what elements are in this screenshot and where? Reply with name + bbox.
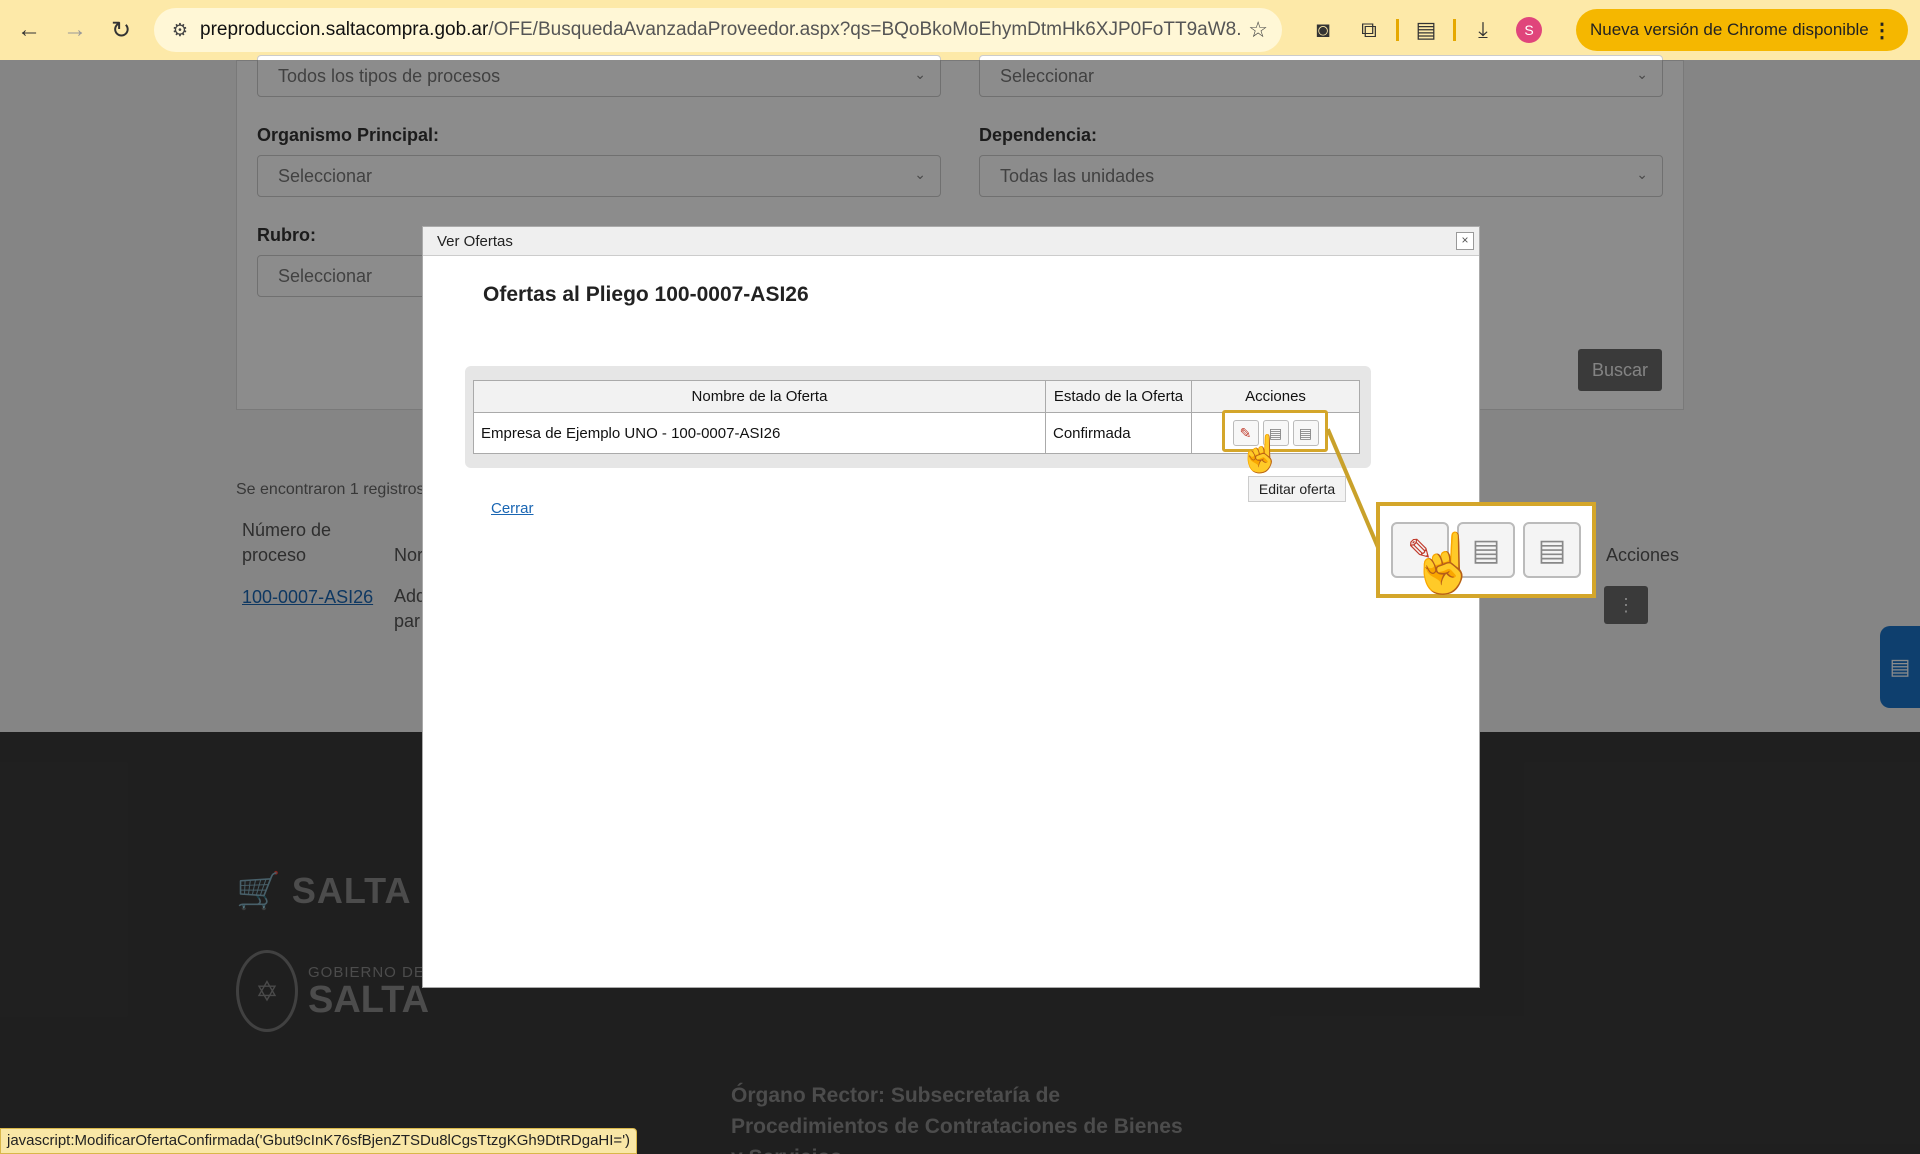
address-bar[interactable]: ⚙ preproduccion.saltacompra.gob.ar/OFE/B… [154, 8, 1282, 52]
avatar: S [1516, 17, 1542, 43]
chrome-update-button[interactable]: Nueva versión de Chrome disponible ⋮ [1576, 9, 1908, 51]
url-host: preproduccion.saltacompra.gob.ar [200, 19, 489, 40]
toolbar-icons: ◙ ⧉ ▤ ⤓ S [1300, 12, 1552, 48]
dialog-header: Ver Ofertas × [423, 227, 1479, 256]
extensions-icon[interactable]: ⧉ [1346, 12, 1392, 48]
reading-list-icon[interactable]: ▤ [1403, 12, 1449, 48]
cerrar-link[interactable]: Cerrar [491, 500, 534, 517]
browser-toolbar: ← → ↻ ⚙ preproduccion.saltacompra.gob.ar… [0, 0, 1920, 60]
oferta-nombre: Empresa de Ejemplo UNO - 100-0007-ASI26 [473, 412, 1046, 454]
profile-avatar[interactable]: S [1506, 12, 1552, 48]
bookmark-star-icon[interactable]: ☆ [1248, 17, 1268, 43]
url-path: /OFE/BusquedaAvanzadaProveedor.aspx?qs=B… [488, 19, 1240, 40]
oferta-estado: Confirmada [1045, 412, 1192, 454]
url-text[interactable]: preproduccion.saltacompra.gob.ar/OFE/Bus… [200, 19, 1240, 41]
site-settings-icon[interactable]: ⚙ [160, 20, 200, 41]
hand-cursor-icon: ☝ [1408, 531, 1481, 596]
col-nombre-oferta: Nombre de la Oferta [473, 380, 1046, 413]
ofertas-title: Ofertas al Pliego 100-0007-ASI26 [483, 283, 809, 306]
col-estado-oferta: Estado de la Oferta [1045, 380, 1192, 413]
download-icon[interactable]: ⤓ [1460, 12, 1506, 48]
ver-ofertas-dialog: Ver Ofertas × Ofertas al Pliego 100-0007… [422, 226, 1480, 988]
toolbar-separator [1396, 19, 1399, 41]
document-icon: ▤ [1523, 522, 1581, 578]
col-acciones: Acciones [1191, 380, 1360, 413]
hand-cursor-icon: ☝ [1238, 433, 1283, 474]
browser-status-bar: javascript:ModificarOfertaConfirmada('Gb… [0, 1128, 638, 1154]
back-arrow-icon[interactable]: ← [6, 7, 52, 53]
close-icon[interactable]: × [1456, 232, 1474, 250]
forward-arrow-icon[interactable]: → [52, 7, 98, 53]
toolbar-separator [1453, 19, 1456, 41]
editar-oferta-tooltip: Editar oferta [1248, 476, 1346, 502]
reload-icon[interactable]: ↻ [98, 7, 144, 53]
dialog-title: Ver Ofertas [437, 233, 513, 250]
camera-icon[interactable]: ◙ [1300, 12, 1346, 48]
update-label: Nueva versión de Chrome disponible [1590, 20, 1869, 39]
more-menu-icon[interactable]: ⋮ [1872, 18, 1892, 43]
